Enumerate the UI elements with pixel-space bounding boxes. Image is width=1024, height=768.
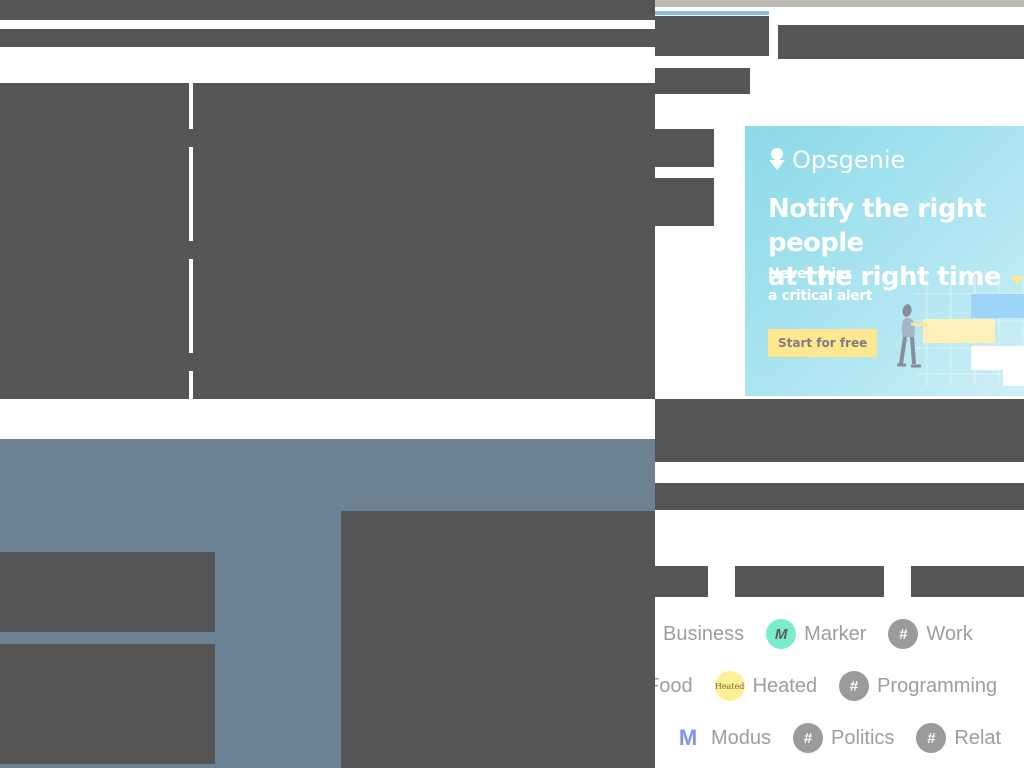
topic-heated[interactable]: Heated Heated — [714, 671, 818, 701]
topic-row-2: Food Heated Heated # Programming — [655, 671, 1024, 701]
topic-work[interactable]: # Work — [888, 619, 973, 649]
opsgenie-logo-icon — [768, 148, 786, 172]
redaction-right-3 — [655, 68, 750, 94]
redaction-right-8 — [655, 566, 708, 597]
hash-icon: # — [793, 723, 824, 753]
top-divider-line — [655, 0, 1024, 7]
topic-politics-label: Politics — [831, 726, 895, 749]
main-redaction-panel — [0, 83, 655, 399]
topic-row-3: M Modus # Politics # Relat — [673, 723, 1024, 753]
topic-row-1: Business M Marker # Work — [655, 619, 1024, 649]
topic-work-label: Work — [926, 622, 973, 645]
right-pane: Opsgenie Notify the right people at the … — [655, 0, 1024, 768]
progress-accent-line — [655, 11, 769, 15]
topic-relat[interactable]: # Relat — [916, 723, 1001, 753]
topic-programming-label: Programming — [877, 674, 998, 697]
topic-relat-label: Relat — [954, 726, 1002, 749]
redaction-right-2 — [778, 25, 1024, 59]
panel-divider-gap — [189, 353, 193, 371]
person-illustration — [897, 304, 928, 368]
marker-icon: M — [766, 619, 797, 649]
topic-business-label: Business — [663, 622, 745, 645]
ad-grid-illustration — [915, 276, 1024, 386]
heated-icon: Heated — [714, 671, 745, 701]
opsgenie-logo: Opsgenie — [768, 146, 905, 174]
panel-divider-gap — [189, 241, 193, 259]
ad-inner: Opsgenie Notify the right people at the … — [745, 126, 1024, 396]
start-for-free-button[interactable]: Start for free — [768, 329, 878, 357]
redaction-right-5 — [655, 178, 714, 226]
header-redaction-bar — [0, 29, 655, 47]
opsgenie-ad[interactable]: Opsgenie Notify the right people at the … — [745, 126, 1024, 396]
redaction-right-10 — [911, 566, 1024, 597]
hero-redaction-right — [341, 511, 655, 768]
hash-icon: # — [916, 723, 947, 753]
topic-programming[interactable]: # Programming — [839, 671, 997, 701]
redaction-right-7 — [655, 483, 1024, 510]
opsgenie-brand-label: Opsgenie — [792, 146, 906, 174]
hero-redaction-left-bottom — [0, 644, 215, 764]
topic-heated-label: Heated — [752, 674, 818, 697]
redaction-right-4 — [655, 129, 714, 167]
redaction-right-9 — [735, 566, 884, 597]
modus-icon: M — [678, 725, 698, 750]
panel-divider-gap — [189, 129, 193, 147]
hero-redaction-left-top — [0, 552, 215, 632]
redaction-right-6 — [655, 399, 1024, 462]
redaction-right-1 — [655, 16, 769, 56]
topic-food[interactable]: Food — [655, 675, 693, 698]
hash-icon: # — [888, 619, 919, 649]
topic-business[interactable]: Business — [655, 619, 744, 649]
hash-icon: # — [839, 671, 870, 701]
topic-marker-label: Marker — [804, 622, 867, 645]
topic-modus-label: Modus — [711, 726, 772, 749]
topic-food-label: Food — [655, 674, 693, 697]
top-redaction-bar — [0, 0, 655, 20]
topic-marker[interactable]: M Marker — [766, 619, 866, 649]
ad-subline: Never miss a critical alert — [768, 266, 873, 304]
topic-politics[interactable]: # Politics — [793, 723, 894, 753]
topic-modus[interactable]: M Modus — [673, 723, 771, 753]
